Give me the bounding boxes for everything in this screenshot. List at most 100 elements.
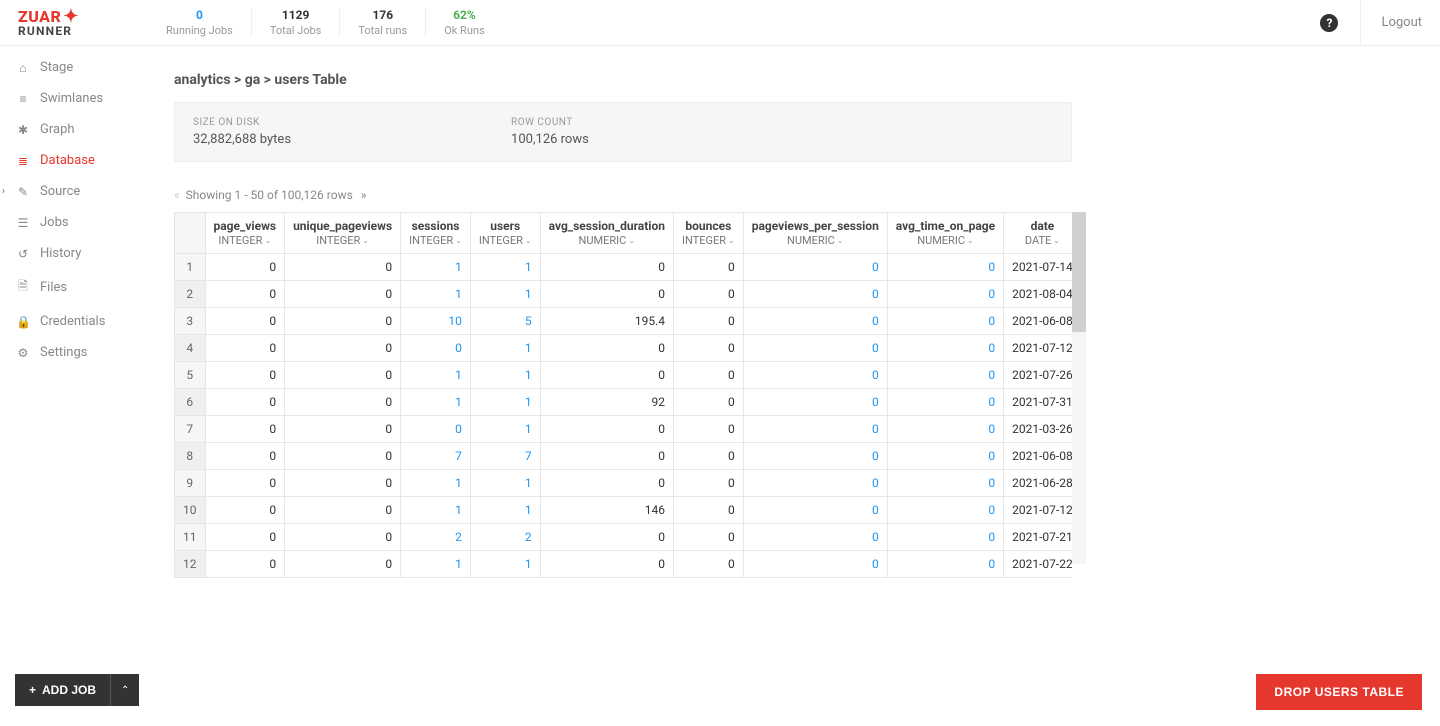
cell[interactable]: 0 bbox=[743, 523, 887, 550]
logo[interactable]: ZUAR✦ RUNNER bbox=[18, 8, 123, 37]
cell[interactable]: 1 bbox=[401, 496, 471, 523]
chevron-down-icon[interactable]: ⌄ bbox=[837, 236, 844, 245]
chevron-down-icon[interactable]: ⌄ bbox=[525, 236, 532, 245]
top-stat[interactable]: 0Running Jobs bbox=[148, 8, 252, 37]
cell[interactable]: 0 bbox=[743, 469, 887, 496]
cell[interactable]: 1 bbox=[470, 415, 540, 442]
table-scroll[interactable]: page_viewsINTEGER ⌄unique_pageviewsINTEG… bbox=[174, 212, 1072, 578]
sidebar-item-source[interactable]: ›✎Source bbox=[0, 176, 150, 207]
column-header-users[interactable]: usersINTEGER ⌄ bbox=[470, 213, 540, 253]
cell[interactable]: 0 bbox=[887, 550, 1003, 577]
cell[interactable]: 1 bbox=[470, 253, 540, 280]
cell: 2021-06-08 bbox=[1004, 307, 1072, 334]
cell[interactable]: 0 bbox=[887, 361, 1003, 388]
chevron-down-icon[interactable]: ⌄ bbox=[728, 236, 735, 245]
cell[interactable]: 5 bbox=[470, 307, 540, 334]
cell[interactable]: 7 bbox=[401, 442, 471, 469]
page-next-icon[interactable]: » bbox=[361, 188, 365, 202]
cell[interactable]: 1 bbox=[470, 496, 540, 523]
cell[interactable]: 1 bbox=[401, 253, 471, 280]
cell[interactable]: 0 bbox=[887, 523, 1003, 550]
cell[interactable]: 0 bbox=[743, 496, 887, 523]
sidebar-item-history[interactable]: ↺History bbox=[0, 238, 150, 269]
vertical-scrollbar[interactable] bbox=[1072, 212, 1086, 564]
sidebar-item-label: Graph bbox=[40, 122, 75, 137]
cell[interactable]: 0 bbox=[887, 253, 1003, 280]
cell[interactable]: 0 bbox=[887, 334, 1003, 361]
cell[interactable]: 0 bbox=[743, 361, 887, 388]
cell[interactable]: 0 bbox=[401, 334, 471, 361]
add-job-button[interactable]: +ADD JOB bbox=[15, 674, 110, 706]
cell[interactable]: 1 bbox=[401, 361, 471, 388]
cell[interactable]: 1 bbox=[470, 280, 540, 307]
table-row: 300105195.40002021-06-08/ bbox=[175, 307, 1073, 334]
cell[interactable]: 0 bbox=[743, 307, 887, 334]
cell[interactable]: 0 bbox=[743, 334, 887, 361]
cell[interactable]: 2 bbox=[401, 523, 471, 550]
cell[interactable]: 1 bbox=[401, 550, 471, 577]
cell[interactable]: 0 bbox=[743, 388, 887, 415]
cell[interactable]: 1 bbox=[401, 388, 471, 415]
cell: 0 bbox=[673, 442, 743, 469]
cell[interactable]: 1 bbox=[470, 388, 540, 415]
cell[interactable]: 1 bbox=[401, 280, 471, 307]
cell[interactable]: 0 bbox=[743, 415, 887, 442]
column-header-pageviews_per_session[interactable]: pageviews_per_sessionNUMERIC ⌄ bbox=[743, 213, 887, 253]
chevron-down-icon[interactable]: ⌄ bbox=[362, 236, 369, 245]
cell[interactable]: 7 bbox=[470, 442, 540, 469]
column-header-page_views[interactable]: page_viewsINTEGER ⌄ bbox=[205, 213, 285, 253]
chevron-down-icon[interactable]: ⌄ bbox=[264, 236, 271, 245]
top-stat[interactable]: 1129Total Jobs bbox=[252, 8, 341, 37]
sidebar-item-settings[interactable]: ⚙Settings bbox=[0, 337, 150, 368]
sidebar-item-credentials[interactable]: 🔒Credentials bbox=[0, 306, 150, 337]
column-type: INTEGER ⌄ bbox=[479, 234, 532, 247]
chevron-down-icon[interactable]: ⌄ bbox=[455, 236, 462, 245]
cell[interactable]: 1 bbox=[470, 361, 540, 388]
page-first-icon[interactable]: « bbox=[174, 188, 178, 202]
cell[interactable]: 0 bbox=[743, 253, 887, 280]
sidebar-item-stage[interactable]: ⌂Stage bbox=[0, 52, 150, 83]
chevron-down-icon[interactable]: ⌄ bbox=[628, 236, 635, 245]
column-header-sessions[interactable]: sessionsINTEGER ⌄ bbox=[401, 213, 471, 253]
cell: 0 bbox=[673, 280, 743, 307]
cell[interactable]: 0 bbox=[887, 307, 1003, 334]
column-header-avg_time_on_page[interactable]: avg_time_on_pageNUMERIC ⌄ bbox=[887, 213, 1003, 253]
cell: 0 bbox=[673, 550, 743, 577]
add-job-menu-button[interactable]: ⌃ bbox=[110, 674, 139, 706]
crumb-analytics[interactable]: analytics bbox=[174, 72, 231, 88]
sidebar-item-files[interactable]: 🗎Files bbox=[0, 269, 150, 306]
cell[interactable]: 0 bbox=[743, 442, 887, 469]
cell[interactable]: 0 bbox=[887, 442, 1003, 469]
cell[interactable]: 0 bbox=[887, 469, 1003, 496]
chevron-down-icon[interactable]: ⌄ bbox=[1053, 236, 1060, 245]
cell[interactable]: 0 bbox=[743, 550, 887, 577]
top-stat[interactable]: 176Total runs bbox=[340, 8, 426, 37]
cell[interactable]: 0 bbox=[887, 415, 1003, 442]
cell[interactable]: 1 bbox=[470, 469, 540, 496]
sidebar-item-swimlanes[interactable]: ≡Swimlanes bbox=[0, 83, 150, 114]
cell[interactable]: 2 bbox=[470, 523, 540, 550]
cell[interactable]: 1 bbox=[470, 550, 540, 577]
crumb-ga[interactable]: ga bbox=[245, 72, 261, 88]
logout-link[interactable]: Logout bbox=[1360, 0, 1422, 46]
cell[interactable]: 0 bbox=[401, 415, 471, 442]
sidebar-item-database[interactable]: ≣Database bbox=[0, 145, 150, 176]
column-header-avg_session_duration[interactable]: avg_session_durationNUMERIC ⌄ bbox=[540, 213, 673, 253]
top-stat[interactable]: 62%Ok Runs bbox=[426, 8, 502, 37]
cell[interactable]: 0 bbox=[887, 388, 1003, 415]
cell[interactable]: 0 bbox=[743, 280, 887, 307]
column-header-date[interactable]: dateDATE ⌄ bbox=[1004, 213, 1072, 253]
help-icon[interactable]: ? bbox=[1320, 14, 1338, 32]
column-header-bounces[interactable]: bouncesINTEGER ⌄ bbox=[673, 213, 743, 253]
drop-table-button[interactable]: DROP USERS TABLE bbox=[1256, 674, 1422, 710]
chevron-down-icon[interactable]: ⌄ bbox=[967, 236, 974, 245]
cell[interactable]: 1 bbox=[470, 334, 540, 361]
sidebar-item-graph[interactable]: ✱Graph bbox=[0, 114, 150, 145]
cell[interactable]: 10 bbox=[401, 307, 471, 334]
sidebar-item-jobs[interactable]: ☰Jobs bbox=[0, 207, 150, 238]
cell[interactable]: 0 bbox=[887, 280, 1003, 307]
column-header-unique_pageviews[interactable]: unique_pageviewsINTEGER ⌄ bbox=[285, 213, 401, 253]
plus-icon: + bbox=[29, 683, 36, 697]
cell[interactable]: 1 bbox=[401, 469, 471, 496]
cell[interactable]: 0 bbox=[887, 496, 1003, 523]
